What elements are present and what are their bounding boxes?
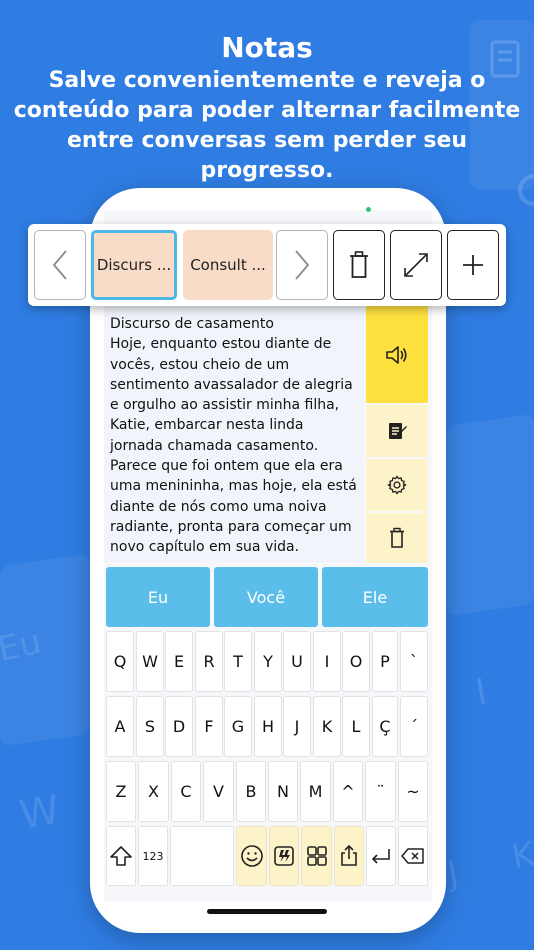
backspace-icon — [401, 848, 424, 864]
return-icon — [371, 849, 390, 864]
key[interactable]: ` — [400, 631, 428, 692]
key[interactable]: ¨ — [365, 761, 396, 822]
notes-toolbar: Discurs ... Consult ... — [28, 224, 506, 306]
key[interactable]: S — [136, 696, 164, 757]
page-subtitle-line: entre conversas sem perder seu progresso… — [66, 128, 468, 183]
bg-letter: K — [508, 834, 534, 878]
shift-key[interactable] — [106, 826, 136, 886]
key[interactable]: Ç — [372, 696, 398, 757]
note-title: Discurso de casamento — [110, 316, 274, 332]
key[interactable]: W — [136, 631, 164, 692]
key[interactable]: Y — [254, 631, 282, 692]
key[interactable]: N — [268, 761, 298, 822]
grid-icon — [306, 846, 327, 866]
word-suggestion[interactable]: Você — [214, 567, 318, 627]
key[interactable]: H — [254, 696, 282, 757]
predict-key[interactable] — [269, 826, 299, 886]
key[interactable]: ~ — [398, 761, 428, 822]
key[interactable]: U — [283, 631, 311, 692]
add-note-button[interactable] — [447, 230, 499, 300]
delete-note-button[interactable] — [366, 513, 428, 563]
key[interactable]: D — [165, 696, 193, 757]
gear-icon — [387, 475, 407, 495]
note-tab[interactable]: Discurs ... — [91, 230, 177, 300]
key[interactable]: L — [342, 696, 370, 757]
key[interactable]: E — [165, 631, 193, 692]
page-subtitle-line: Salve convenientemente e reveja o — [48, 68, 486, 93]
chevron-left-icon — [52, 250, 67, 280]
share-icon — [341, 844, 357, 866]
key[interactable]: J — [283, 696, 311, 757]
trash-icon — [350, 251, 368, 278]
notes-button[interactable] — [366, 405, 428, 457]
numbers-key[interactable]: 123 — [138, 826, 168, 886]
key[interactable]: A — [106, 696, 134, 757]
key[interactable]: ^ — [333, 761, 363, 822]
smiley-icon — [240, 845, 263, 867]
prev-note-button[interactable] — [34, 230, 86, 300]
key[interactable]: C — [171, 761, 201, 822]
page-title: Notas — [221, 31, 313, 64]
grid-key[interactable] — [301, 826, 332, 886]
home-indicator — [207, 909, 327, 914]
delete-tab-button[interactable] — [333, 230, 385, 300]
key[interactable]: B — [236, 761, 266, 822]
next-note-button[interactable] — [276, 230, 328, 300]
plus-icon — [463, 255, 483, 275]
key[interactable]: K — [313, 696, 341, 757]
expand-icon — [404, 253, 428, 277]
share-key[interactable] — [334, 826, 364, 886]
lightning-icon — [274, 846, 294, 866]
key[interactable]: M — [300, 761, 331, 822]
key[interactable]: X — [138, 761, 169, 822]
word-suggestion[interactable]: Ele — [322, 567, 428, 627]
note-tab[interactable]: Consult ... — [183, 230, 273, 300]
expand-button[interactable] — [390, 230, 442, 300]
key[interactable]: F — [195, 696, 223, 757]
notes-icon — [389, 423, 407, 439]
key[interactable]: P — [372, 631, 398, 692]
page-subtitle-line: conteúdo para poder alternar facilmente — [13, 98, 521, 123]
word-suggestion[interactable]: Eu — [106, 567, 210, 627]
trash-icon — [390, 527, 404, 548]
key[interactable]: Z — [106, 761, 136, 822]
chevron-right-icon — [295, 250, 310, 280]
return-key[interactable] — [366, 826, 396, 886]
shift-icon — [110, 846, 132, 866]
key[interactable]: ´ — [400, 696, 428, 757]
camera-indicator — [366, 207, 371, 212]
key[interactable]: V — [203, 761, 234, 822]
backspace-key[interactable] — [398, 826, 428, 886]
bg-letter: J — [444, 853, 462, 895]
key[interactable]: I — [313, 631, 341, 692]
key[interactable]: Q — [106, 631, 134, 692]
bg-letter: I — [472, 671, 491, 714]
key[interactable]: R — [195, 631, 223, 692]
space-key[interactable] — [170, 826, 234, 886]
key[interactable]: G — [224, 696, 252, 757]
header: Notas Salve convenientemente e reveja o … — [0, 30, 534, 186]
note-text-area[interactable]: Discurso de casamento Hoje, enquanto est… — [104, 306, 364, 562]
speak-button[interactable] — [366, 306, 428, 403]
bg-letter: W — [16, 786, 64, 840]
bg-card — [446, 413, 534, 617]
key[interactable]: T — [224, 631, 252, 692]
emoji-key[interactable] — [236, 826, 267, 886]
note-body: Hoje, enquanto estou diante de vocês, es… — [110, 336, 357, 556]
key[interactable]: O — [342, 631, 370, 692]
speaker-icon — [386, 345, 407, 364]
settings-button[interactable] — [366, 459, 428, 511]
